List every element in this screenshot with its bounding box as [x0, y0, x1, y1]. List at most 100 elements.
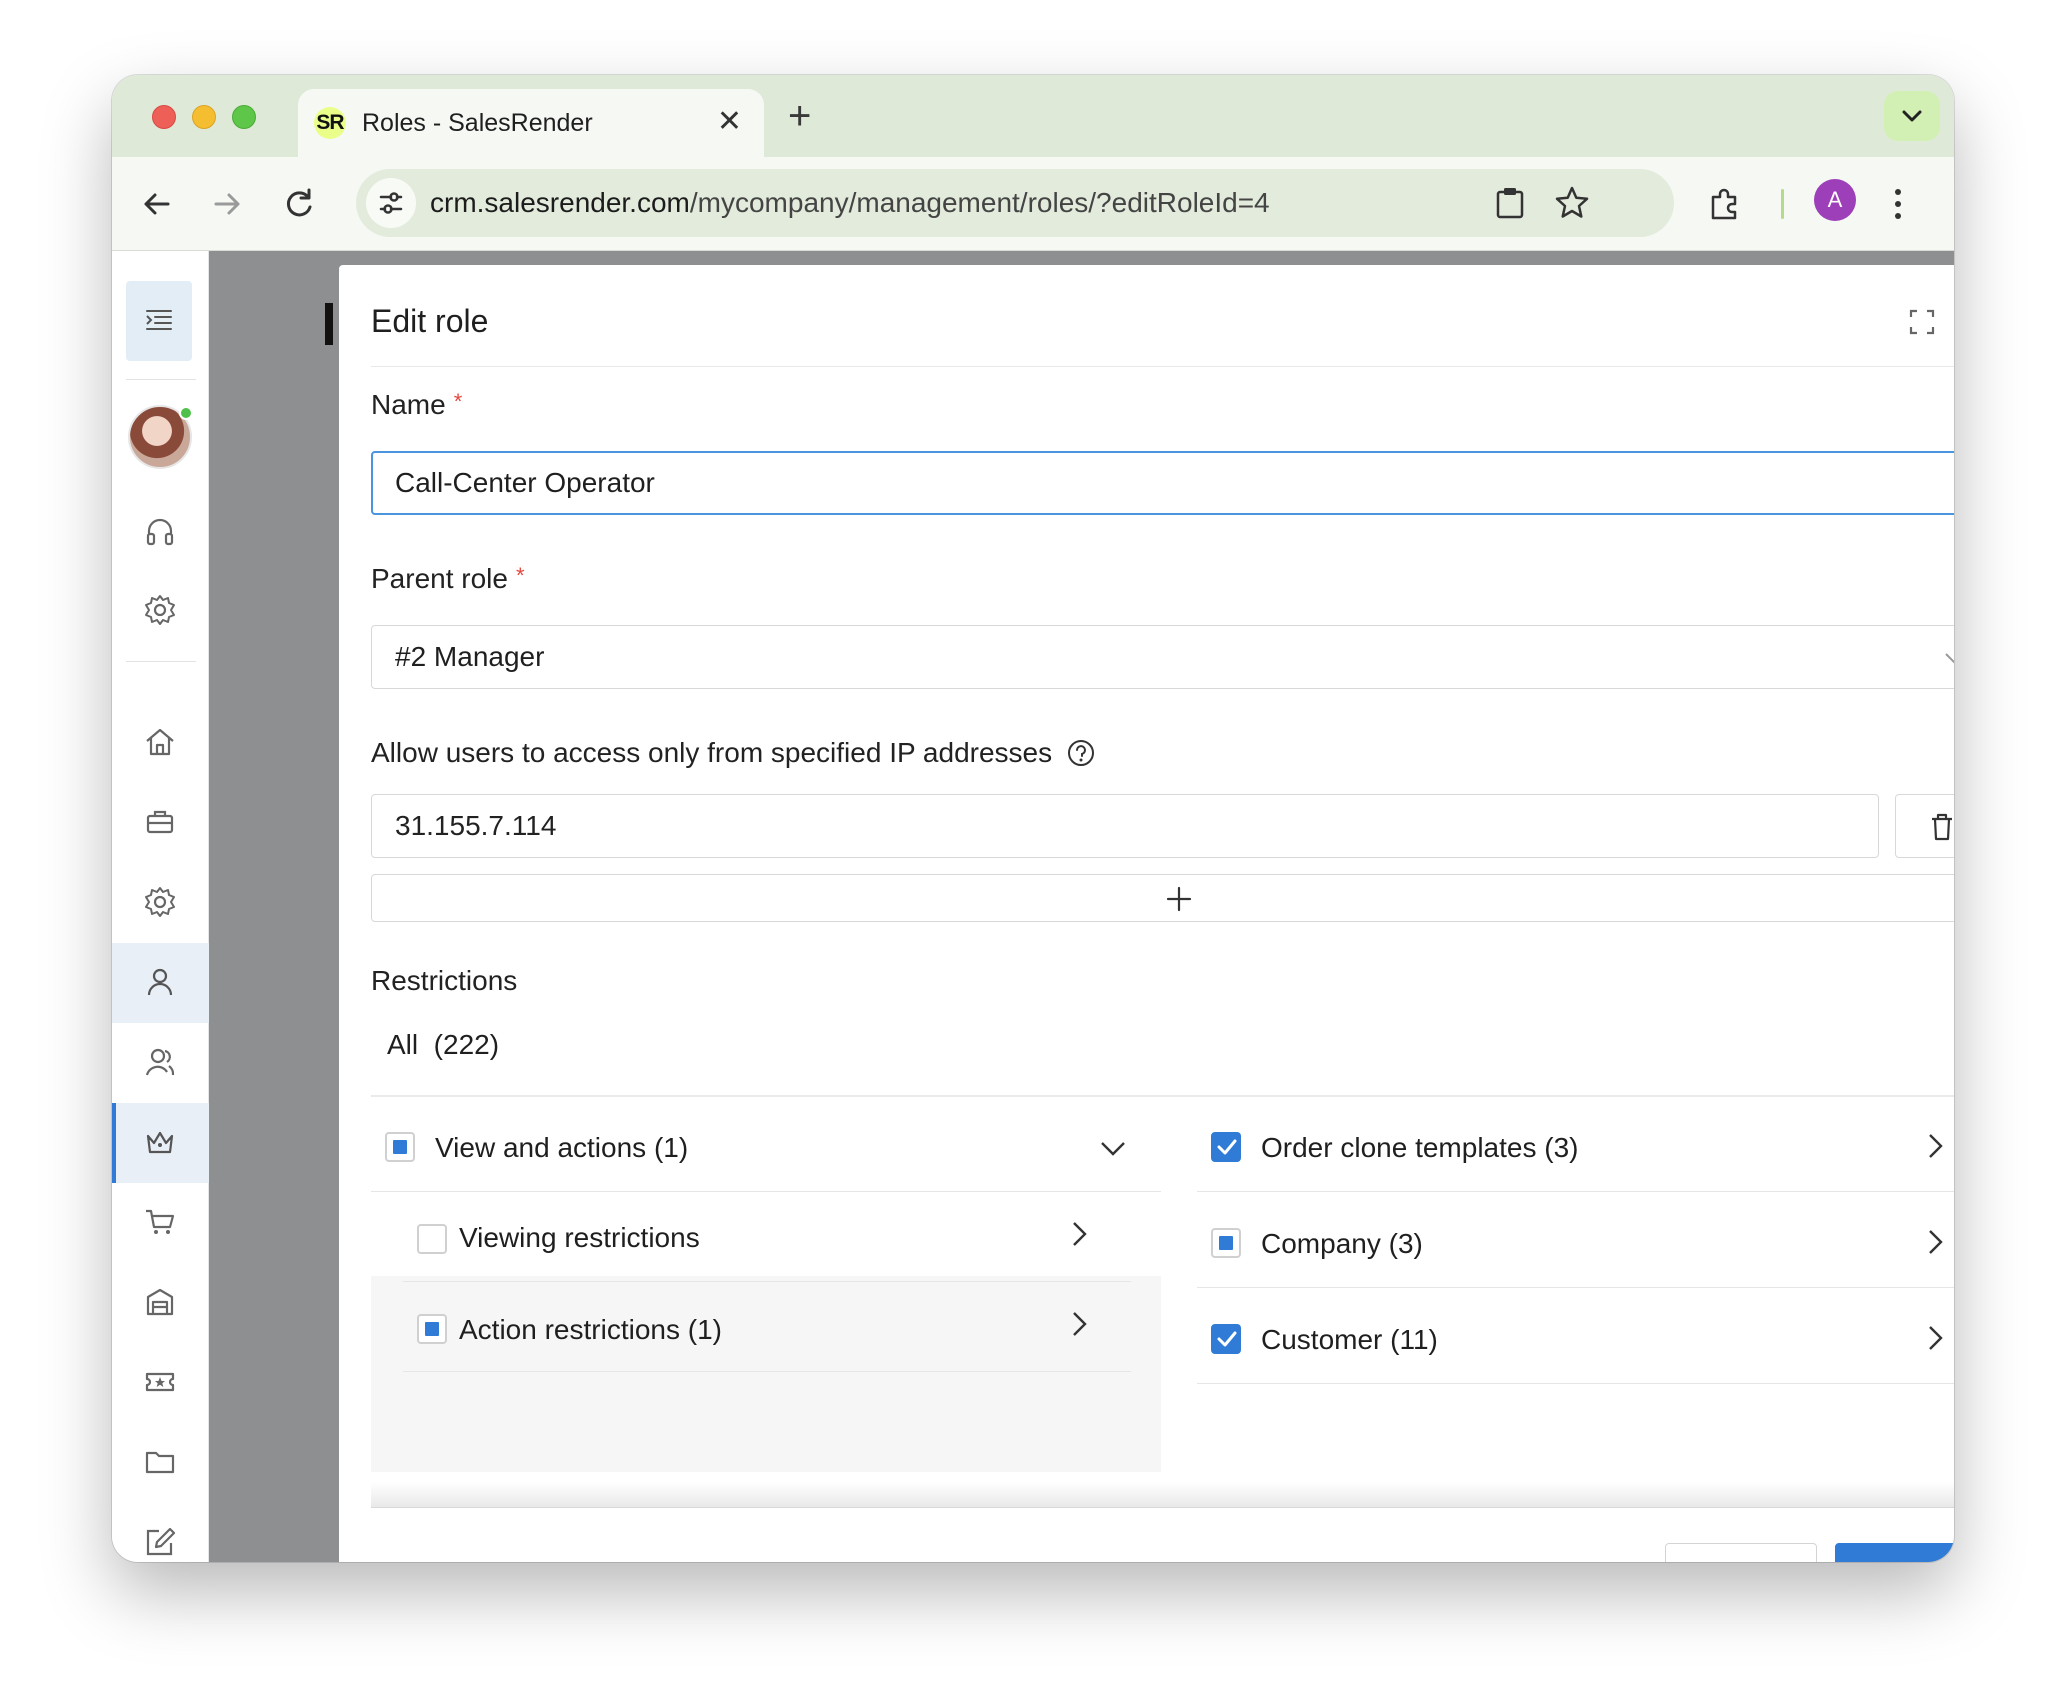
sidebar-divider [126, 661, 196, 662]
required-marker: * [515, 563, 525, 588]
scroll-fade [371, 1482, 1954, 1508]
star-icon[interactable] [1552, 183, 1592, 223]
restriction-group-order-clone-templates[interactable]: Order clone templates (3) [1197, 1102, 1954, 1192]
users-icon [145, 1048, 175, 1076]
chevron-right-icon [1929, 1326, 1943, 1350]
sidebar-item-warehouse[interactable] [112, 1263, 209, 1343]
cart-icon [146, 1209, 175, 1234]
home-icon [146, 728, 174, 756]
chevron-right-icon [1073, 1222, 1087, 1246]
checkbox-unchecked[interactable] [417, 1224, 447, 1254]
restrictions-all-row[interactable]: All (222) [371, 997, 1954, 1097]
back-icon[interactable] [136, 183, 178, 225]
settings-icon [145, 595, 175, 625]
restriction-group-company[interactable]: Company (3) [1197, 1192, 1954, 1288]
sidebar-item-notes[interactable] [112, 1503, 209, 1562]
restriction-item-viewing[interactable]: Viewing restrictions [403, 1192, 1131, 1282]
checkbox-partial[interactable] [1211, 1228, 1241, 1258]
save-button[interactable]: Save [1835, 1543, 1954, 1562]
url-text[interactable]: crm.salesrender.com/mycompany/management… [430, 187, 1270, 219]
address-bar[interactable]: crm.salesrender.com/mycompany/management… [356, 169, 1674, 237]
sidebar-item-support[interactable] [112, 493, 209, 573]
parent-role-select[interactable]: #2 Manager [371, 625, 1954, 689]
edit-role-modal: Edit role Name * Call-Center Operator Par… [339, 265, 1954, 1562]
background-page-marker [325, 303, 333, 345]
sidebar-item-orders[interactable] [112, 1183, 209, 1263]
ip-restriction-label: Allow users to access only from specifie… [371, 737, 1096, 769]
parent-role-label-text: Parent role [371, 563, 508, 594]
delete-ip-button[interactable] [1895, 794, 1954, 858]
toolbar-separator [1781, 189, 1784, 219]
warehouse-icon [146, 1288, 174, 1316]
restriction-label: Company (3) [1261, 1228, 1423, 1259]
app-area: vit nu nu nu nu Edit role Name* Call-Cen… [112, 251, 1954, 1562]
reload-icon[interactable] [278, 183, 320, 225]
restriction-group-view-and-actions[interactable]: View and actions (1) [371, 1102, 1161, 1192]
sidebar-item-configuration[interactable] [112, 863, 209, 943]
tab-title: Roles - SalesRender [362, 109, 593, 137]
restriction-label: Action restrictions (1) [459, 1314, 722, 1345]
add-ip-button[interactable] [371, 874, 1954, 922]
sidebar [112, 251, 209, 1562]
restriction-item-actions[interactable]: Action restrictions (1) [403, 1282, 1131, 1372]
new-tab-button[interactable]: + [788, 91, 811, 141]
edit-icon [146, 1527, 176, 1556]
checkbox-partial[interactable] [417, 1314, 447, 1344]
fullscreen-icon[interactable] [1907, 307, 1937, 337]
forward-icon[interactable] [206, 183, 248, 225]
sidebar-toggle-button[interactable] [126, 281, 192, 361]
headset-icon [146, 518, 174, 546]
clipboard-icon[interactable] [1492, 185, 1528, 221]
checkbox-checked[interactable] [1211, 1132, 1241, 1162]
minimize-window-button[interactable] [192, 105, 216, 129]
site-info-button[interactable] [366, 178, 416, 228]
name-label-text: Name [371, 389, 446, 420]
tab-close-icon[interactable]: ✕ [717, 104, 742, 140]
name-input[interactable]: Call-Center Operator [371, 451, 1954, 515]
crown-icon [146, 1131, 174, 1154]
browser-window: SR Roles - SalesRender ✕ + crm.salesrend… [112, 75, 1954, 1562]
chevron-right-icon [1073, 1312, 1087, 1336]
sidebar-item-settings[interactable] [112, 571, 209, 651]
sidebar-item-users[interactable] [112, 943, 209, 1023]
help-circle-icon[interactable] [1066, 738, 1096, 768]
briefcase-icon [146, 810, 174, 834]
parent-role-label: Parent role * [371, 563, 525, 595]
chevron-right-icon [1929, 1134, 1943, 1158]
maximize-window-button[interactable] [232, 105, 256, 129]
salesrender-favicon: SR [314, 107, 346, 139]
restriction-label: Customer (11) [1261, 1324, 1438, 1355]
chevron-down-icon[interactable] [1099, 1136, 1127, 1160]
more-vert-icon[interactable] [1888, 183, 1908, 225]
restriction-group-customer[interactable]: Customer (11) [1197, 1288, 1954, 1384]
restrictions-all-label: All (222) [387, 1029, 500, 1060]
profile-avatar[interactable]: A [1814, 179, 1856, 221]
menu-collapse-icon [146, 310, 172, 330]
extensions-icon[interactable] [1704, 183, 1746, 225]
plus-icon [1166, 886, 1192, 912]
sidebar-item-promos[interactable] [112, 1343, 209, 1423]
checkmark-icon [1217, 1331, 1237, 1347]
ip-address-input[interactable]: 31.155.7.114 [371, 794, 1879, 858]
gear-icon [145, 887, 175, 917]
ip-restriction-label-text: Allow users to access only from specifie… [371, 737, 1053, 768]
url-domain: crm.salesrender.com [430, 187, 690, 218]
restriction-label: Order clone templates (3) [1261, 1132, 1579, 1163]
cancel-button[interactable]: Cancel [1665, 1543, 1817, 1562]
checkbox-checked[interactable] [1211, 1324, 1241, 1354]
browser-tab[interactable]: SR Roles - SalesRender ✕ [298, 89, 764, 157]
modal-backdrop[interactable]: vit nu nu nu nu Edit role Name* Call-Cen… [209, 251, 1954, 1562]
sidebar-item-roles[interactable] [112, 1103, 209, 1183]
checkbox-partial[interactable] [385, 1132, 415, 1162]
sidebar-item-business[interactable] [112, 783, 209, 863]
tab-search-button[interactable] [1884, 91, 1940, 141]
sidebar-item-teams[interactable] [112, 1023, 209, 1103]
user-icon [147, 968, 173, 996]
close-window-button[interactable] [152, 105, 176, 129]
chevron-right-icon [1929, 1230, 1943, 1254]
sidebar-divider [126, 379, 196, 380]
sidebar-item-files[interactable] [112, 1423, 209, 1503]
modal-header-divider [371, 366, 1954, 367]
browser-toolbar: crm.salesrender.com/mycompany/management… [112, 157, 1954, 251]
sidebar-item-home[interactable] [112, 703, 209, 783]
